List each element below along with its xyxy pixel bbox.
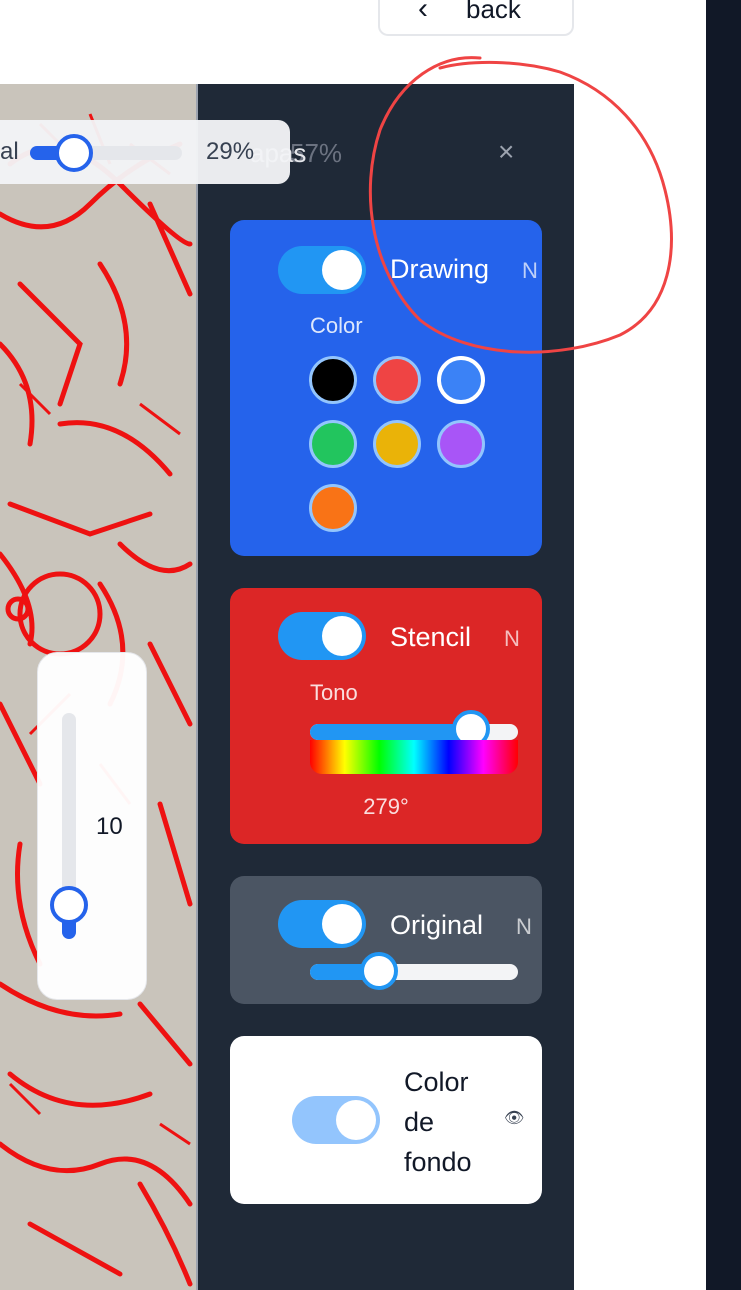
layer-label-background: Color de fondo bbox=[404, 1067, 472, 1177]
brush-size-panel: 10 bbox=[37, 652, 147, 1000]
original-opacity-handle[interactable] bbox=[360, 952, 398, 990]
layer-label-original: Original bbox=[390, 910, 484, 940]
hue-value: 279° bbox=[363, 794, 409, 819]
color-swatch[interactable] bbox=[373, 356, 421, 404]
brush-size-value: 10 bbox=[96, 813, 123, 840]
hue-slider[interactable] bbox=[310, 710, 518, 748]
hue-slider-fill bbox=[310, 724, 471, 740]
brush-size-handle[interactable] bbox=[50, 886, 88, 924]
brush-size-slider[interactable] bbox=[50, 713, 88, 939]
close-icon[interactable]: × bbox=[498, 136, 514, 168]
opacity-value: 29% bbox=[206, 138, 255, 165]
toggle-knob bbox=[322, 616, 362, 656]
layer-card-drawing: Drawing N Color bbox=[230, 220, 542, 556]
toggle-knob bbox=[322, 904, 362, 944]
hue-label: Tono bbox=[310, 680, 358, 705]
color-swatch[interactable] bbox=[309, 484, 357, 532]
toggle-knob bbox=[336, 1100, 376, 1140]
color-swatch[interactable] bbox=[309, 420, 357, 468]
color-swatch[interactable] bbox=[309, 356, 357, 404]
original-visibility-toggle[interactable] bbox=[278, 900, 366, 948]
layer-card-background: Color de fondo 👁 bbox=[230, 1036, 542, 1204]
color-swatch[interactable] bbox=[437, 420, 485, 468]
drawing-visibility-toggle[interactable] bbox=[278, 246, 366, 294]
window-edge bbox=[706, 0, 741, 1290]
opacity-slider-handle[interactable] bbox=[55, 134, 93, 172]
color-label: Color bbox=[310, 313, 363, 338]
toggle-knob bbox=[322, 250, 362, 290]
layer-badge-stencil: N bbox=[504, 626, 520, 651]
layer-badge-drawing: N bbox=[522, 258, 538, 283]
chevron-left-icon: ‹ bbox=[418, 0, 428, 25]
layer-badge-original: N bbox=[516, 914, 532, 939]
opacity-label: al bbox=[0, 138, 19, 165]
color-swatch[interactable] bbox=[437, 356, 485, 404]
canvas-opacity-control: al 29% bbox=[0, 120, 290, 184]
layer-label-drawing: Drawing bbox=[390, 254, 490, 284]
opacity-slider[interactable] bbox=[30, 134, 182, 172]
back-button[interactable]: ‹ back bbox=[378, 0, 574, 36]
eye-icon[interactable]: 👁 bbox=[504, 1108, 524, 1128]
layer-label-stencil: Stencil bbox=[390, 622, 472, 652]
original-opacity-slider[interactable] bbox=[310, 952, 518, 990]
color-swatch[interactable] bbox=[373, 420, 421, 468]
layer-card-original: Original N bbox=[230, 876, 542, 1004]
back-label: back bbox=[466, 0, 521, 24]
layer-card-stencil: Stencil N Tono 279° bbox=[230, 588, 542, 844]
background-visibility-toggle[interactable] bbox=[292, 1096, 380, 1144]
layers-panel: 57% apas × Drawing N Color Stencil N Ton… bbox=[198, 84, 574, 1290]
stencil-visibility-toggle[interactable] bbox=[278, 612, 366, 660]
hue-spectrum bbox=[310, 740, 518, 774]
